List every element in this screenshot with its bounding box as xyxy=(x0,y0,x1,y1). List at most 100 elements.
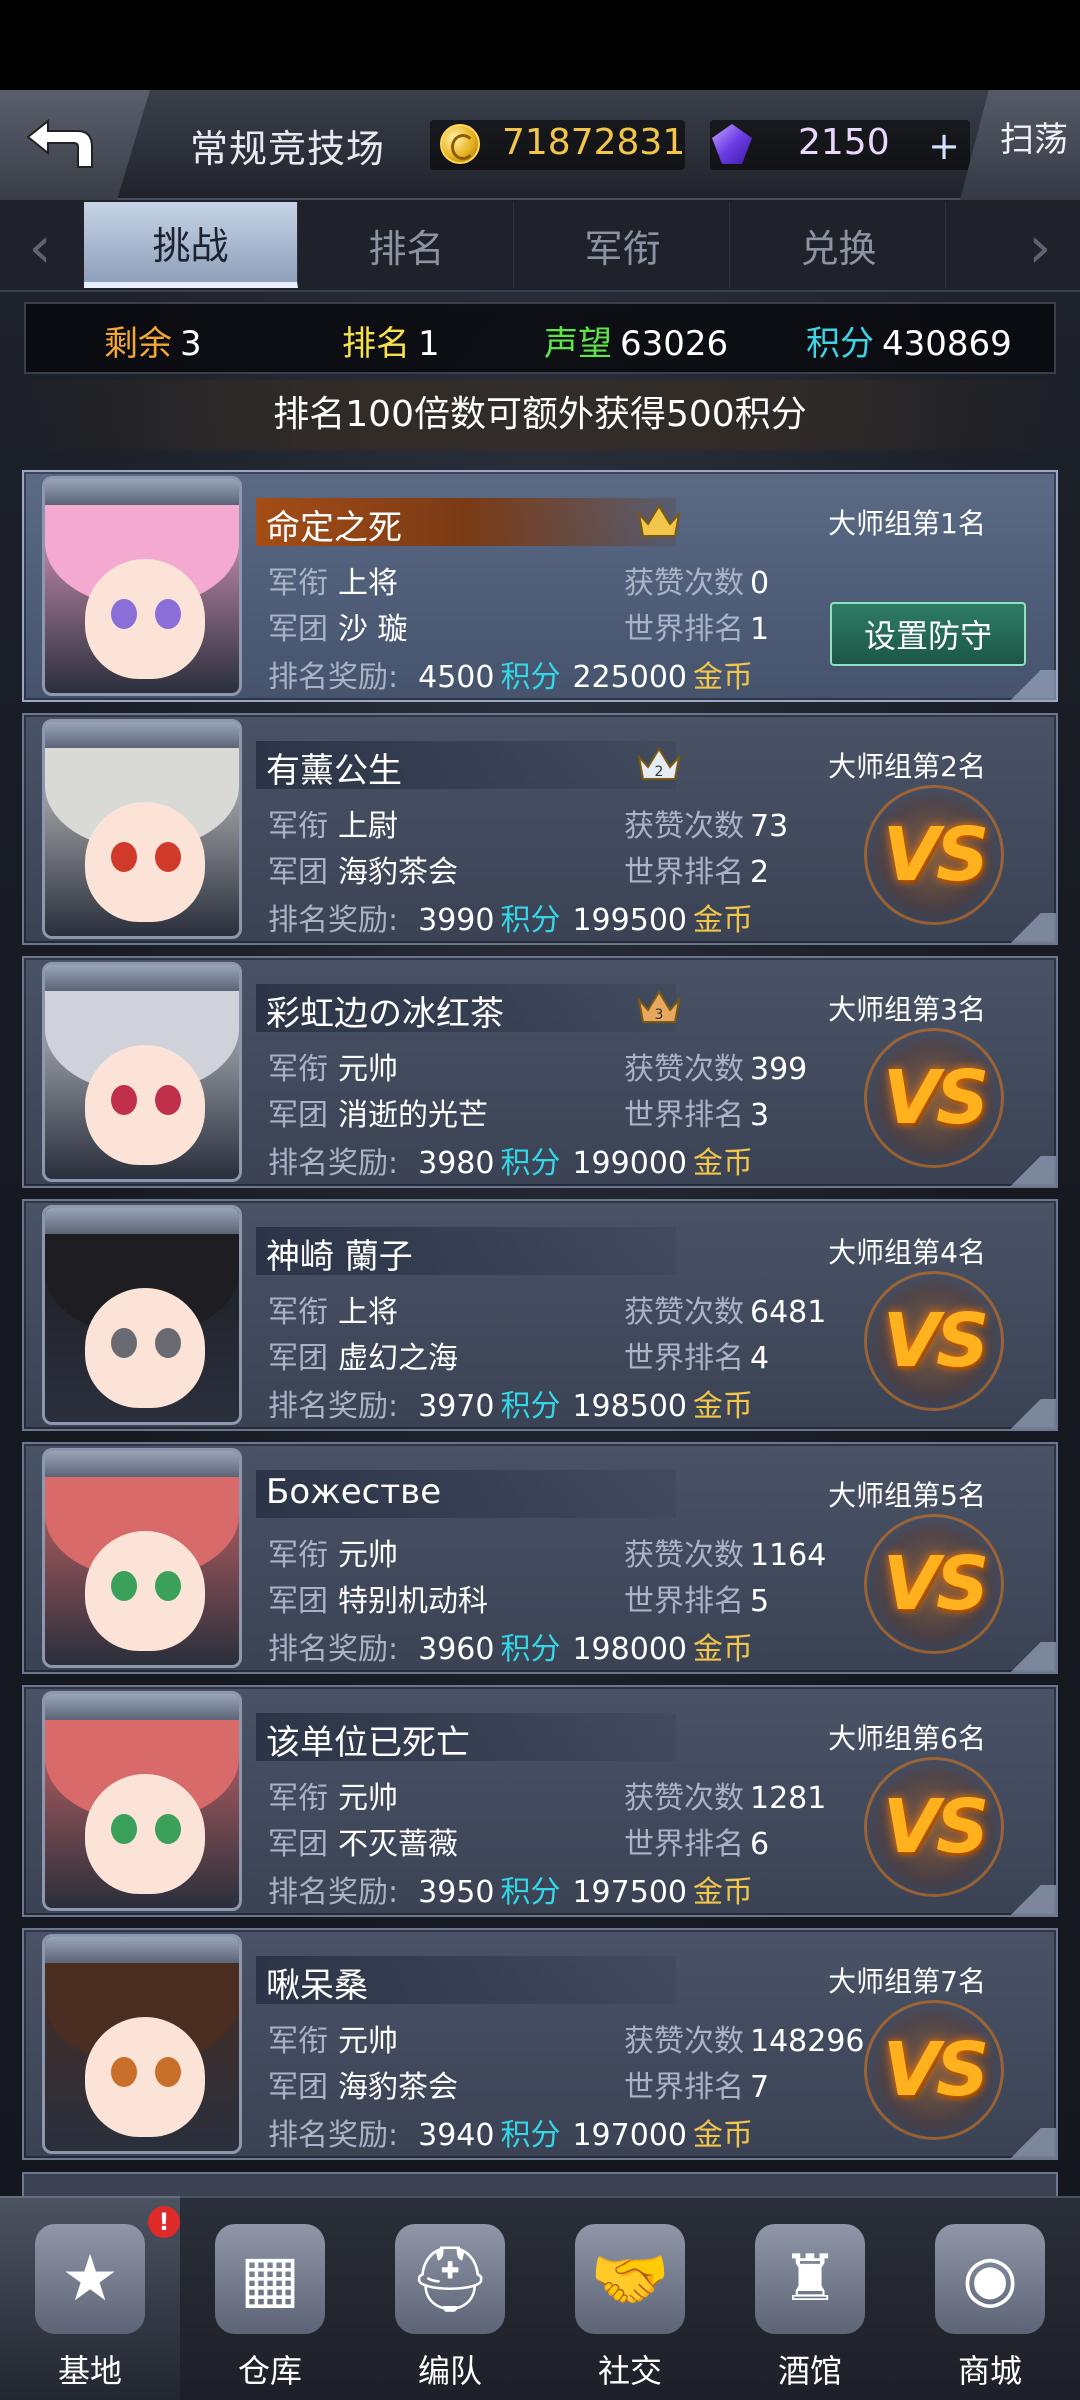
tab-scroll-left-icon[interactable]: ‹ xyxy=(10,212,70,282)
guild-row: 军团 不灭蔷薇 xyxy=(268,1827,458,1862)
player-card[interactable]: 该单位已死亡 大师组第6名 军衔 元帅 获赞次数 1281 军团 不灭蔷薇 世界排名 6… xyxy=(22,1685,1058,1917)
world-rank-row: 世界排名 5 xyxy=(624,1584,770,1619)
nav-item-5[interactable]: ◉ 商城 xyxy=(900,2196,1080,2400)
player-avatar[interactable] xyxy=(42,1205,242,1425)
challenge-vs-button[interactable]: VS xyxy=(864,1028,1004,1168)
nav-label: 基地 xyxy=(57,2352,122,2390)
rank-reward-row: 排名奖励: 3940 积分 197000 金币 xyxy=(268,2118,753,2153)
military-title-row: 军衔 元帅 xyxy=(268,1781,398,1816)
group-rank: 大师组第7名 xyxy=(828,1965,986,1998)
player-card[interactable]: 命定之死 大师组第1名 军衔 上将 获赞次数 0 军团沙 璇 世界排名 1 排名奖励:… xyxy=(22,470,1058,702)
guild-row: 军团 海豹茶会 xyxy=(268,855,458,890)
military-title-row: 军衔 元帅 xyxy=(268,1538,398,1573)
nav-item-3[interactable]: 🤝 社交 xyxy=(540,2196,720,2400)
nav-label: 编队 xyxy=(417,2352,482,2390)
tab-ranking[interactable]: 排名 xyxy=(300,202,514,288)
partial-next-card xyxy=(22,2172,1058,2196)
avatar-eye xyxy=(111,842,137,872)
crown-rank-number: 2 xyxy=(655,764,664,780)
world-rank-row: 世界排名 6 xyxy=(624,1827,770,1862)
tab-exchange[interactable]: 兑换 xyxy=(732,202,946,288)
crown-icon: 2 xyxy=(637,747,681,780)
player-name: 啾呆桑 xyxy=(266,1966,368,2006)
base-star-icon: ★ xyxy=(35,2224,145,2334)
player-card[interactable]: 神崎 蘭子 大师组第4名 军衔 上将 获赞次数 6481 军团 虚幻之海 世界排名 4 … xyxy=(22,1199,1058,1431)
challenge-vs-button[interactable]: VS xyxy=(864,785,1004,925)
rank-reward-row: 排名奖励: 3980 积分 199000 金币 xyxy=(268,1146,753,1181)
avatar-frame xyxy=(45,965,239,991)
world-rank-row: 世界排名 2 xyxy=(624,855,770,890)
player-name: 有薰公生 xyxy=(266,751,402,791)
remaining-stat: 剩余 3 xyxy=(104,324,202,364)
guild-row: 军团 虚幻之海 xyxy=(268,1341,458,1376)
crown-rank-number: 3 xyxy=(655,1007,664,1023)
player-avatar[interactable] xyxy=(42,1934,242,2154)
rank-reward-row: 排名奖励: 4500 积分 225000 金币 xyxy=(268,660,753,695)
avatar-eye xyxy=(155,1814,181,1844)
avatar-eye xyxy=(111,599,137,629)
guild-row: 军团 海豹茶会 xyxy=(268,2070,458,2105)
player-card[interactable]: 啾呆桑 大师组第7名 军衔 元帅 获赞次数 148296 军团 海豹茶会 世界排名 7 … xyxy=(22,1928,1058,2160)
score-stat: 积分 430869 xyxy=(806,324,1012,364)
guild-row: 军团沙 璇 xyxy=(268,612,408,647)
notification-badge: ! xyxy=(148,2206,180,2238)
handshake-icon: 🤝 xyxy=(575,2224,685,2334)
avatar-eye xyxy=(155,1571,181,1601)
avatar-frame xyxy=(45,1208,239,1234)
nav-item-2[interactable]: ⛑ 编队 xyxy=(360,2196,540,2400)
nav-item-4[interactable]: ♜ 酒馆 xyxy=(720,2196,900,2400)
world-rank-row: 世界排名 4 xyxy=(624,1341,770,1376)
set-defense-button[interactable]: 设置防守 xyxy=(830,602,1026,666)
player-card[interactable]: 有薰公生 2 大师组第2名 军衔 上尉 获赞次数 73 军团 海豹茶会 世界排名 2 排… xyxy=(22,713,1058,945)
bonus-notice: 排名100倍数可额外获得500积分 xyxy=(0,380,1080,450)
military-title-row: 军衔 上将 xyxy=(268,566,398,601)
player-avatar[interactable] xyxy=(42,1448,242,1668)
avatar-eye xyxy=(111,1571,137,1601)
rank-reward-row: 排名奖励: 3970 积分 198500 金币 xyxy=(268,1389,753,1424)
back-arrow-icon xyxy=(26,118,93,168)
likes-row: 获赞次数 0 xyxy=(624,566,770,601)
player-card[interactable]: 彩虹边の冰红茶 3 大师组第3名 军衔 元帅 获赞次数 399 军团 消逝的光芒 世界… xyxy=(22,956,1058,1188)
gold-amount: 71872831 xyxy=(502,122,686,163)
military-title-row: 军衔 元帅 xyxy=(268,1052,398,1087)
tab-scroll-right-icon[interactable]: › xyxy=(1010,212,1070,282)
gold-coin-icon xyxy=(440,124,480,164)
avatar-frame xyxy=(45,722,239,748)
nav-item-1[interactable]: ▦ 仓库 xyxy=(180,2196,360,2400)
nav-label: 社交 xyxy=(597,2352,662,2390)
player-name: 命定之死 xyxy=(266,508,402,548)
military-title-row: 军衔 上尉 xyxy=(268,809,398,844)
tab-military-rank[interactable]: 军衔 xyxy=(516,202,730,288)
crown-icon: 3 xyxy=(637,990,681,1023)
avatar-eye xyxy=(155,599,181,629)
shop-icon: ◉ xyxy=(935,2224,1045,2334)
likes-row: 获赞次数 1164 xyxy=(624,1538,827,1573)
challenge-vs-button[interactable]: VS xyxy=(864,1514,1004,1654)
world-rank-row: 世界排名 3 xyxy=(624,1098,770,1133)
avatar-face xyxy=(85,1288,205,1408)
rank-stat: 排名 1 xyxy=(342,324,440,364)
player-avatar[interactable] xyxy=(42,1691,242,1911)
likes-row: 获赞次数 399 xyxy=(624,1052,808,1087)
player-avatar[interactable] xyxy=(42,476,242,696)
group-rank: 大师组第4名 xyxy=(828,1236,986,1269)
player-card[interactable]: Божестве 大师组第5名 军衔 元帅 获赞次数 1164 军团 特别机动科 世界… xyxy=(22,1442,1058,1674)
likes-row: 获赞次数 73 xyxy=(624,809,789,844)
challenge-vs-button[interactable]: VS xyxy=(864,1757,1004,1897)
player-avatar[interactable] xyxy=(42,962,242,1182)
likes-row: 获赞次数 6481 xyxy=(624,1295,827,1330)
player-name: 彩虹边の冰红茶 xyxy=(266,994,504,1034)
tab-challenge[interactable]: 挑战 xyxy=(84,202,298,288)
avatar-eye xyxy=(111,1814,137,1844)
player-avatar[interactable] xyxy=(42,719,242,939)
challenge-vs-button[interactable]: VS xyxy=(864,1271,1004,1411)
challenge-vs-button[interactable]: VS xyxy=(864,2000,1004,2140)
avatar-eye xyxy=(111,1328,137,1358)
avatar-face xyxy=(85,1045,205,1165)
add-gems-button[interactable]: + xyxy=(920,126,968,166)
nav-label: 仓库 xyxy=(237,2352,302,2390)
avatar-eye xyxy=(155,2057,181,2087)
avatar-eye xyxy=(155,842,181,872)
group-rank: 大师组第1名 xyxy=(828,507,986,540)
tavern-icon: ♜ xyxy=(755,2224,865,2334)
